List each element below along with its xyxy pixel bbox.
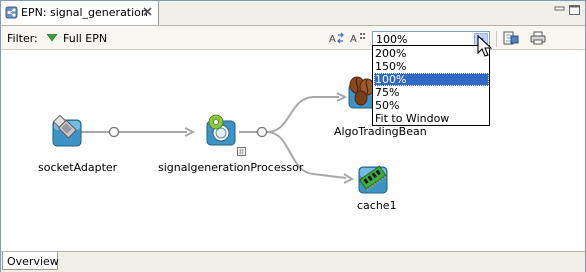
zoom-dropdown-list: 200% 150% 100% 75% 50% Fit to Window — [372, 45, 490, 126]
node-label-cache1: cache1 — [357, 199, 397, 212]
epn-connections — [76, 92, 355, 184]
epn-canvas[interactable]: socketAdapter signalgenerationProcessor … — [1, 50, 585, 250]
zoom-option-fit-to-window[interactable]: Fit to Window — [374, 112, 489, 125]
zoom-option-200[interactable]: 200% — [374, 47, 489, 60]
connection-to-bean — [266, 96, 339, 133]
filter-arrow-icon[interactable] — [47, 34, 57, 42]
close-icon[interactable] — [142, 6, 153, 17]
zoom-option-100[interactable]: 100% — [374, 73, 489, 86]
svg-text:A: A — [329, 34, 336, 45]
print-icon[interactable] — [530, 31, 546, 45]
tab-overview[interactable]: Overview — [2, 252, 59, 270]
expand-icon[interactable] — [237, 147, 246, 156]
toolbar-separator — [496, 31, 497, 47]
svg-text:A: A — [350, 34, 357, 45]
epn-editor-window: EPN: signal_generation Filter: Full EPN … — [0, 0, 586, 272]
processor-gear-icon[interactable] — [204, 113, 238, 147]
memory-chip-icon[interactable] — [356, 161, 390, 195]
editor-tab-bar: EPN: signal_generation — [1, 1, 585, 26]
filter-value[interactable]: Full EPN — [63, 32, 107, 45]
editor-tab-title: EPN: signal_generation — [21, 6, 148, 19]
editor-tab-epn[interactable]: EPN: signal_generation — [1, 1, 159, 25]
connection-port — [256, 126, 268, 138]
epn-toolbar: Filter: Full EPN A A 100% — [1, 26, 585, 50]
minimize-icon[interactable] — [553, 4, 566, 16]
connection-port — [108, 126, 120, 138]
zoom-option-50[interactable]: 50% — [374, 99, 489, 112]
zoom-option-75[interactable]: 75% — [374, 86, 489, 99]
node-label-signal-generation-processor: signalgenerationProcessor — [158, 161, 304, 174]
filter-label: Filter: — [7, 32, 38, 45]
mouse-pointer-icon — [477, 35, 493, 57]
zoom-option-150[interactable]: 150% — [374, 60, 489, 73]
usb-adapter-icon[interactable] — [50, 114, 84, 148]
bottom-tab-bar: Overview — [1, 251, 585, 272]
epn-icon — [5, 6, 18, 19]
grid-layout-icon[interactable]: A — [350, 31, 366, 45]
maximize-icon[interactable] — [568, 4, 581, 16]
tab-overview-label: Overview — [7, 255, 59, 268]
auto-layout-icon[interactable]: A — [329, 31, 345, 45]
node-label-algo-trading-bean: AlgoTradingBean — [334, 125, 427, 138]
export-image-icon[interactable] — [503, 31, 519, 45]
node-label-socket-adapter: socketAdapter — [38, 161, 118, 174]
